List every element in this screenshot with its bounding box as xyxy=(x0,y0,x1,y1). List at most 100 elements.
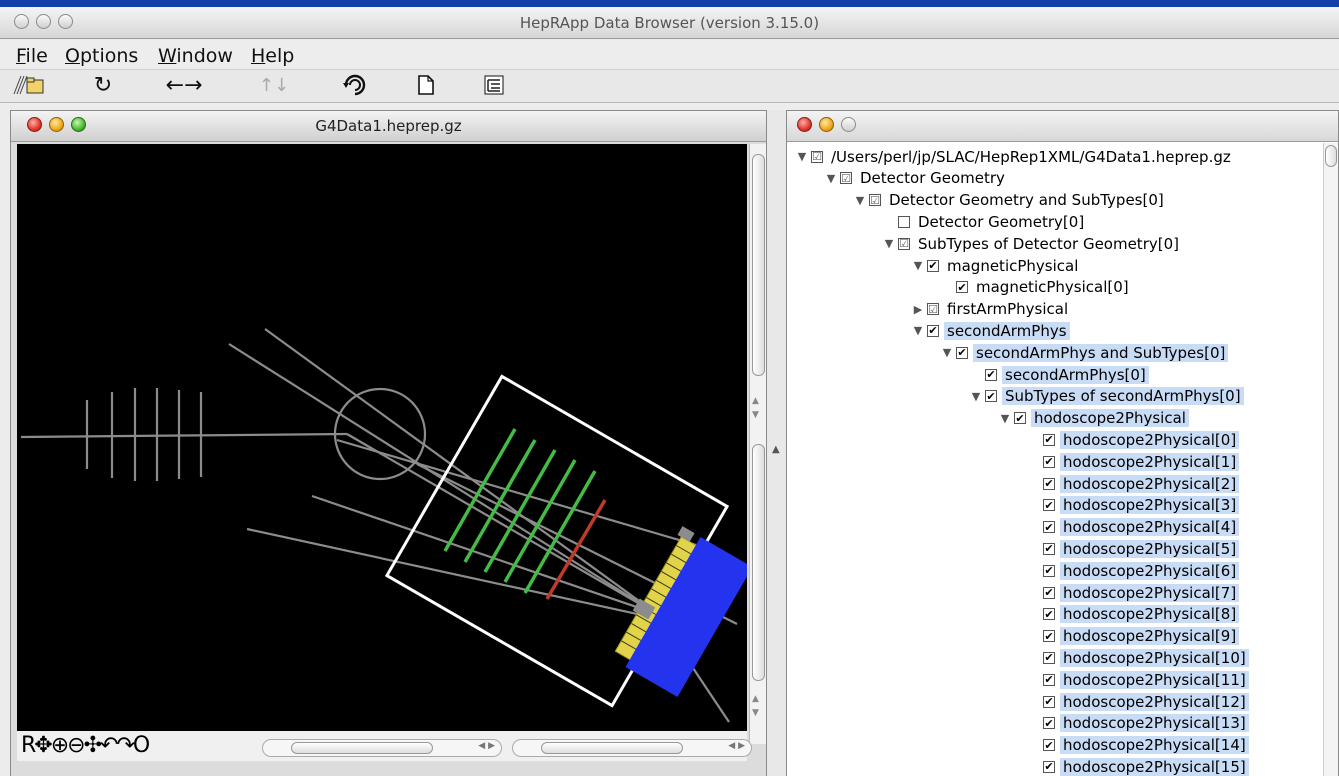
viewer-vertical-scrollbars[interactable]: ▲ ▼ ▲ ▼ xyxy=(749,144,766,744)
horizontal-scrollbar-1[interactable]: ◀ ▶ xyxy=(262,739,502,757)
tree-node[interactable]: ▼ ☑ Detector Geometry and SubTypes[0] xyxy=(853,190,1167,211)
tree-node[interactable]: ▼ ☑ /Users/perl/jp/SLAC/HepRep1XML/G4Data1… xyxy=(795,146,1234,167)
swap-vertical-icon[interactable]: ↑↓ xyxy=(250,73,298,97)
tree-vertical-scrollbar[interactable] xyxy=(1323,143,1338,776)
viewer-vscroll-thumb-bottom[interactable] xyxy=(752,444,765,681)
expanded-triangle-icon[interactable]: ▼ xyxy=(853,194,867,207)
expanded-triangle-icon[interactable]: ▼ xyxy=(940,346,954,359)
scroll-up-arrow-icon[interactable]: ▲ xyxy=(752,396,759,406)
expanded-triangle-icon[interactable]: ▼ xyxy=(969,390,983,403)
tree-node[interactable]: ✔ hodoscope2Physical[12] xyxy=(1027,691,1249,712)
visibility-checkbox[interactable]: ✔ xyxy=(1043,630,1055,643)
viewer-vscroll-thumb-top[interactable] xyxy=(752,154,765,376)
scroll-up-arrow-icon-2[interactable]: ▲ xyxy=(752,694,759,704)
visibility-checkbox[interactable]: ✔ xyxy=(956,281,968,294)
tree-node[interactable]: ▼ ☑ Detector Geometry xyxy=(824,168,1008,189)
expanded-triangle-icon[interactable]: ▼ xyxy=(998,412,1012,425)
tree-node[interactable]: ▶ ☑ firstArmPhysical xyxy=(911,299,1071,320)
swap-horizontal-icon[interactable]: ←→ xyxy=(160,73,208,98)
window-titlebar[interactable]: HepRApp Data Browser (version 3.15.0) xyxy=(0,7,1339,39)
menu-window[interactable]: Window xyxy=(158,45,233,67)
visibility-checkbox[interactable]: ☑ xyxy=(869,194,881,207)
hscroll-thumb-1[interactable] xyxy=(291,742,433,754)
navigation-tools[interactable]: R✥⊕⊖✣↶↷O xyxy=(21,733,150,758)
expanded-triangle-icon[interactable]: ▼ xyxy=(824,172,838,185)
visibility-checkbox[interactable]: ✔ xyxy=(1043,564,1055,577)
tree-minimize-button[interactable] xyxy=(819,117,834,132)
visibility-checkbox[interactable]: ✔ xyxy=(1014,412,1026,425)
expanded-triangle-icon[interactable]: ▼ xyxy=(795,150,809,163)
visibility-checkbox[interactable]: ✔ xyxy=(985,368,997,381)
menu-help[interactable]: Help xyxy=(251,45,294,67)
viewer-titlebar[interactable]: G4Data1.heprep.gz xyxy=(11,111,766,142)
visibility-checkbox[interactable]: ✔ xyxy=(927,259,939,272)
tree-node[interactable]: ✔ hodoscope2Physical[15] xyxy=(1027,756,1249,776)
hscroll-arrows-icon-2[interactable]: ◀ ▶ xyxy=(728,741,745,751)
menu-file[interactable]: File xyxy=(16,45,48,67)
visibility-checkbox[interactable]: ✔ xyxy=(1043,433,1055,446)
visibility-checkbox[interactable]: ✔ xyxy=(1043,521,1055,534)
visibility-checkbox[interactable]: ✔ xyxy=(1043,760,1055,773)
tree-node[interactable]: ✔ hodoscope2Physical[13] xyxy=(1027,713,1249,734)
tree-node[interactable]: ▼ ✔ hodoscope2Physical xyxy=(998,408,1189,429)
new-page-icon[interactable] xyxy=(413,73,439,97)
event-display-canvas[interactable] xyxy=(17,144,753,731)
open-folder-icon[interactable] xyxy=(10,73,50,97)
visibility-checkbox[interactable]: ✔ xyxy=(956,346,968,359)
hscroll-thumb-2[interactable] xyxy=(541,742,683,754)
tree-close-button[interactable] xyxy=(797,117,812,132)
expanded-triangle-icon[interactable]: ▼ xyxy=(882,237,896,250)
horizontal-scrollbar-2[interactable]: ◀ ▶ xyxy=(512,739,752,757)
collapsed-triangle-icon[interactable]: ▶ xyxy=(911,303,925,316)
visibility-checkbox[interactable]: ✔ xyxy=(1043,455,1055,468)
tree-node[interactable]: ✔ hodoscope2Physical[10] xyxy=(1027,647,1249,668)
tree-node[interactable]: ✔ secondArmPhys[0] xyxy=(969,364,1149,385)
visibility-checkbox[interactable]: ☑ xyxy=(811,150,823,163)
tree-vscroll-thumb[interactable] xyxy=(1325,145,1337,167)
scroll-down-arrow-icon-2[interactable]: ▼ xyxy=(752,708,759,718)
visibility-checkbox[interactable]: ✔ xyxy=(1043,477,1055,490)
tree-node[interactable]: ▼ ✔ secondArmPhys and SubTypes[0] xyxy=(940,342,1229,363)
refresh-icon[interactable]: ↻ xyxy=(88,73,118,98)
tree-node[interactable]: ✔ hodoscope2Physical[14] xyxy=(1027,735,1249,756)
split-pane-divider[interactable]: ▲ xyxy=(767,110,786,776)
visibility-checkbox[interactable]: ✔ xyxy=(1043,739,1055,752)
tree-zoom-button[interactable] xyxy=(841,117,856,132)
visibility-checkbox[interactable]: ☑ xyxy=(927,303,939,316)
tree-node[interactable]: ✔ hodoscope2Physical[9] xyxy=(1027,626,1240,647)
hscroll-arrows-icon-1[interactable]: ◀ ▶ xyxy=(478,741,495,751)
tree-node[interactable]: ✔ hodoscope2Physical[2] xyxy=(1027,473,1240,494)
visibility-checkbox[interactable]: ✔ xyxy=(1043,499,1055,512)
expanded-triangle-icon[interactable]: ▼ xyxy=(911,259,925,272)
tree-node[interactable]: ✔ hodoscope2Physical[5] xyxy=(1027,538,1240,559)
visibility-checkbox[interactable]: ✔ xyxy=(1043,586,1055,599)
rotate-view-icon[interactable] xyxy=(338,73,372,97)
visibility-checkbox[interactable]: ✔ xyxy=(1043,673,1055,686)
tree-node[interactable]: ✔ hodoscope2Physical[1] xyxy=(1027,451,1240,472)
visibility-checkbox[interactable]: ☑ xyxy=(898,237,910,250)
splitter-arrow-icon[interactable]: ▲ xyxy=(772,444,780,455)
visibility-checkbox[interactable]: ✔ xyxy=(1043,608,1055,621)
tree-node[interactable]: ✔ magneticPhysical[0] xyxy=(940,277,1132,298)
tree-node[interactable]: ✔ hodoscope2Physical[3] xyxy=(1027,495,1240,516)
visibility-checkbox[interactable] xyxy=(898,215,910,228)
tree-node[interactable]: ✔ hodoscope2Physical[4] xyxy=(1027,517,1240,538)
visibility-checkbox[interactable]: ✔ xyxy=(927,324,939,337)
menu-options[interactable]: Options xyxy=(65,45,138,67)
tree-node[interactable]: ✔ hodoscope2Physical[7] xyxy=(1027,582,1240,603)
visibility-checkbox[interactable]: ✔ xyxy=(985,390,997,403)
tree-node[interactable]: ✔ hodoscope2Physical[11] xyxy=(1027,669,1249,690)
scroll-down-arrow-icon[interactable]: ▼ xyxy=(752,410,759,420)
visibility-checkbox[interactable]: ☑ xyxy=(840,172,852,185)
visibility-checkbox[interactable]: ✔ xyxy=(1043,651,1055,664)
tree-node[interactable]: ▼ ✔ secondArmPhys xyxy=(911,320,1070,341)
tree-icon[interactable] xyxy=(481,73,507,97)
tree-node[interactable]: ✔ hodoscope2Physical[6] xyxy=(1027,560,1240,581)
tree-node[interactable]: ▼ ✔ magneticPhysical xyxy=(911,255,1081,276)
tree-node[interactable]: ▼ ☑ SubTypes of Detector Geometry[0] xyxy=(882,233,1182,254)
expanded-triangle-icon[interactable]: ▼ xyxy=(911,324,925,337)
tree-node[interactable]: ✔ hodoscope2Physical[8] xyxy=(1027,604,1240,625)
visibility-checkbox[interactable]: ✔ xyxy=(1043,717,1055,730)
tree-node[interactable]: Detector Geometry[0] xyxy=(882,211,1087,232)
visibility-checkbox[interactable]: ✔ xyxy=(1043,695,1055,708)
